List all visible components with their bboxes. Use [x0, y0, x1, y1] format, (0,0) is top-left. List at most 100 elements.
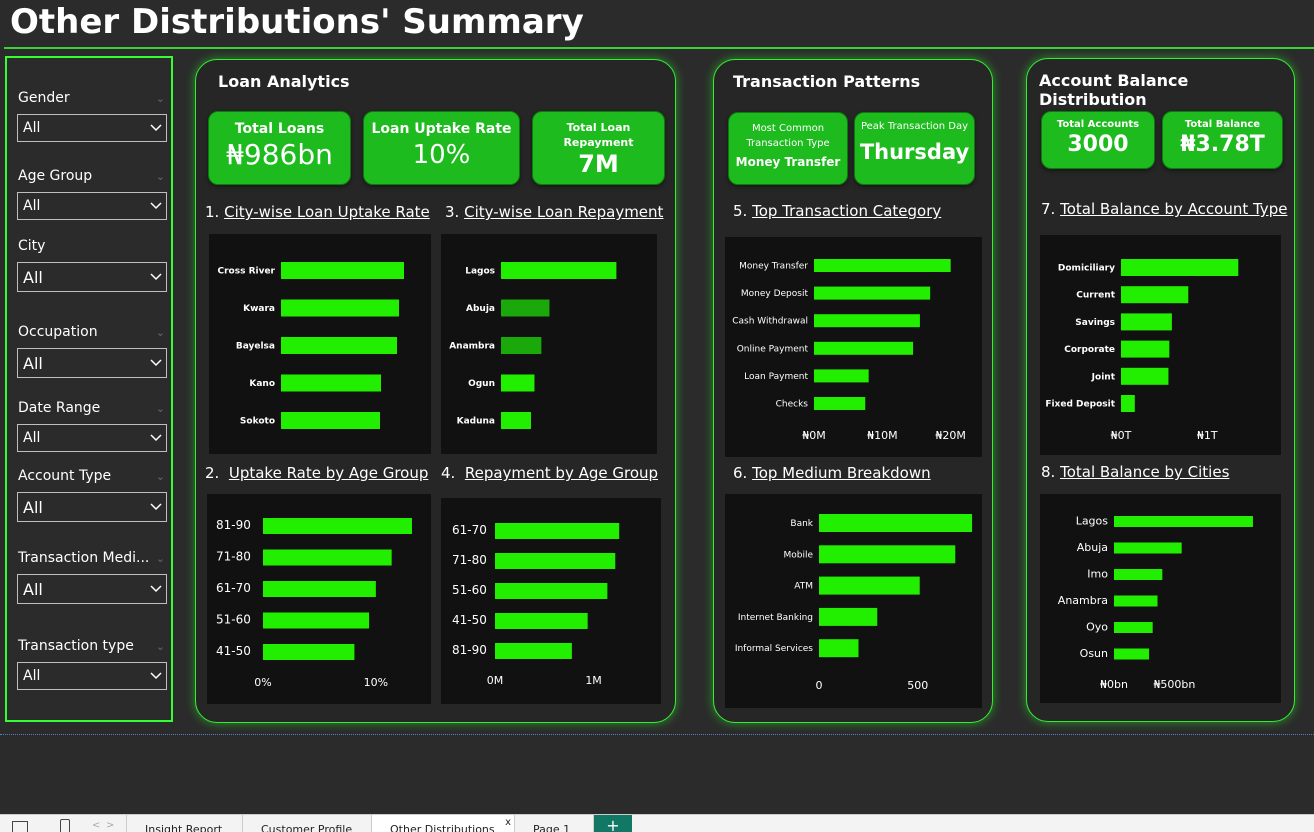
prev-page-icon[interactable]: <	[92, 820, 100, 831]
category-label: Anambra	[1058, 594, 1108, 607]
bar[interactable]	[814, 341, 914, 355]
bar[interactable]	[819, 607, 878, 626]
bar[interactable]	[501, 374, 535, 392]
bar[interactable]	[263, 612, 370, 629]
account-balance-card: Account Balance Distribution Total Accou…	[1026, 58, 1295, 722]
category-label: Mobile	[783, 550, 813, 560]
chart-repayment-by-age: 61-70 71-80 51-60 41-50 81-90 0M 1M	[441, 498, 661, 704]
kpi-total-loans: Total Loans ₦986bn	[208, 111, 351, 185]
bar[interactable]	[1114, 648, 1150, 660]
bar[interactable]	[1114, 516, 1253, 527]
bar[interactable]	[501, 412, 531, 429]
x-tick-label: ₦0bn	[1100, 678, 1128, 691]
transaction-type-dropdown[interactable]: All	[17, 662, 167, 690]
add-page-button[interactable]: +	[594, 815, 632, 832]
kpi-value: 7M	[578, 150, 619, 178]
bar[interactable]	[281, 299, 399, 317]
section-title-1: 1. City-wise Loan Uptake Rate	[205, 203, 430, 221]
category-label: Lagos	[1076, 515, 1109, 528]
mobile-view-icon[interactable]	[60, 819, 70, 832]
bar[interactable]	[1114, 595, 1158, 607]
bar[interactable]	[281, 337, 397, 354]
tab-label: Other Distributions	[390, 823, 495, 832]
chevron-down-icon[interactable]: ⌄	[156, 92, 167, 105]
bar[interactable]	[263, 518, 412, 534]
chart-transaction-category: Money Transfer Money Deposit Cash Withdraw…	[725, 237, 982, 457]
bar[interactable]	[1121, 286, 1189, 304]
fit-page-icon[interactable]	[12, 821, 28, 832]
account-type-dropdown[interactable]: All	[17, 492, 167, 522]
chevron-down-icon[interactable]: ⌄	[156, 552, 167, 565]
bar[interactable]	[495, 583, 608, 599]
tab-customer-profile[interactable]: Customer Profile	[243, 815, 372, 832]
date-range-dropdown[interactable]: All	[17, 424, 167, 452]
category-label: Cross River	[218, 267, 276, 277]
occupation-dropdown[interactable]: All	[17, 348, 167, 378]
bar[interactable]	[814, 397, 866, 410]
tab-other-distributions[interactable]: Other Distributions x	[372, 815, 515, 832]
chart-svg: Bank Mobile ATM Internet Banking Informal Se…	[735, 514, 973, 692]
x-tick-label: ₦0T	[1111, 429, 1132, 442]
bar[interactable]	[281, 374, 381, 392]
next-page-icon[interactable]: >	[106, 820, 114, 831]
section-title-text: City-wise Loan Repayment	[464, 203, 664, 221]
section-title-6: 6. Top Medium Breakdown	[733, 464, 931, 482]
bar[interactable]	[495, 523, 620, 539]
bar[interactable]	[814, 369, 869, 383]
tab-insight-report[interactable]: Insight Report	[127, 815, 243, 832]
bar[interactable]	[1121, 340, 1170, 358]
bar[interactable]	[281, 262, 404, 279]
bar[interactable]	[495, 553, 616, 569]
filter-gender: Gender ⌄ All	[17, 88, 167, 142]
bar[interactable]	[814, 259, 951, 272]
chevron-down-icon[interactable]: ⌄	[156, 470, 167, 483]
filter-label: Transaction type	[18, 638, 134, 654]
bar[interactable]	[281, 412, 380, 429]
bar[interactable]	[263, 581, 376, 597]
bar[interactable]	[501, 337, 542, 354]
city-dropdown[interactable]: All	[17, 262, 167, 292]
category-label: ATM	[794, 582, 813, 592]
tab-page-1[interactable]: Page 1	[515, 815, 594, 832]
bar[interactable]	[263, 549, 392, 566]
bar[interactable]	[1114, 542, 1182, 554]
kpi-label: Total Loans	[234, 121, 325, 137]
chevron-down-icon[interactable]: ⌄	[156, 326, 167, 339]
bar[interactable]	[1114, 622, 1153, 633]
bar[interactable]	[819, 576, 920, 595]
bar[interactable]	[1114, 569, 1163, 580]
filter-label: Transaction Medi...	[18, 550, 150, 566]
gender-dropdown[interactable]: All	[17, 114, 167, 142]
age-group-dropdown[interactable]: All	[17, 192, 167, 220]
chevron-down-icon[interactable]: ⌄	[156, 402, 167, 415]
kpi-loan-uptake-rate: Loan Uptake Rate 10%	[363, 111, 520, 185]
bar[interactable]	[495, 613, 588, 629]
filter-panel: Gender ⌄ All Age Group ⌄ All City All Occu…	[5, 56, 173, 722]
kpi-value: ₦3.78T	[1180, 132, 1265, 157]
kpi-label: Loan Uptake Rate	[371, 121, 512, 137]
filter-account-type: Account Type ⌄ All	[17, 466, 167, 522]
bar[interactable]	[501, 299, 550, 317]
chevron-down-icon[interactable]: ⌄	[156, 170, 167, 183]
bar[interactable]	[819, 514, 973, 532]
bar[interactable]	[819, 545, 956, 564]
chevron-down-icon[interactable]: ⌄	[156, 640, 167, 653]
category-label: Bayelsa	[236, 342, 275, 352]
bar[interactable]	[814, 314, 920, 328]
filter-date-range: Date Range ⌄ All	[17, 398, 167, 452]
bar[interactable]	[1121, 395, 1135, 412]
bar[interactable]	[819, 639, 859, 658]
card-title: Transaction Patterns	[733, 72, 921, 91]
bar[interactable]	[501, 262, 617, 279]
bar[interactable]	[1121, 313, 1172, 331]
bar[interactable]	[1121, 367, 1169, 385]
close-icon[interactable]: x	[505, 817, 511, 828]
category-label: Money Deposit	[741, 289, 809, 299]
kpi-value: ₦986bn	[226, 138, 333, 171]
bar[interactable]	[1121, 259, 1239, 276]
bar[interactable]	[495, 643, 572, 659]
category-label: Anambra	[449, 342, 495, 352]
bar[interactable]	[814, 286, 931, 300]
bar[interactable]	[263, 644, 355, 660]
transaction-medium-dropdown[interactable]: All	[17, 574, 167, 604]
